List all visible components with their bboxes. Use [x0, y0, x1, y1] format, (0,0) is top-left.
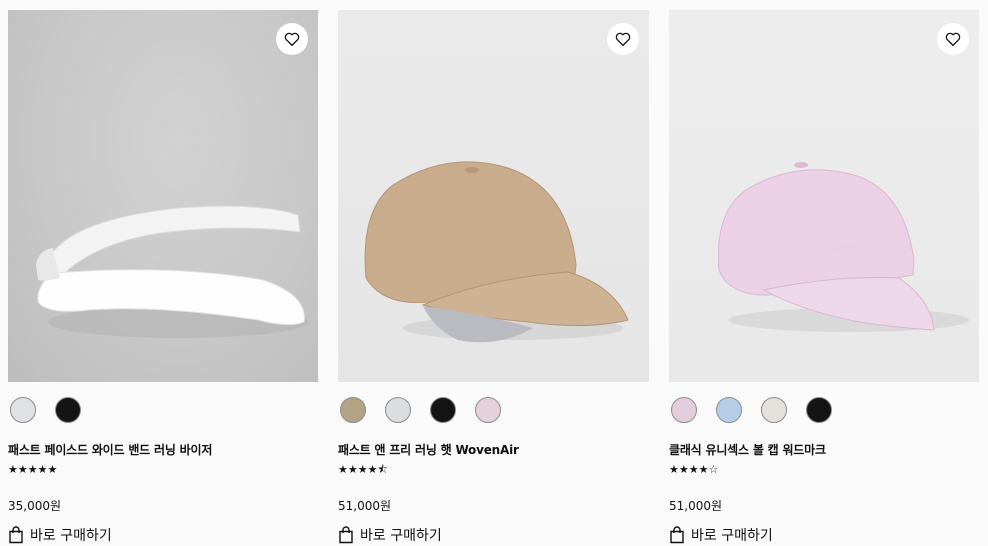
color-swatch[interactable]: [761, 397, 787, 423]
color-swatches: [340, 397, 649, 425]
rating-stars: ★★★★⯪: [338, 463, 388, 476]
white-visor-image: [36, 205, 308, 338]
color-swatches: [10, 397, 318, 425]
buy-now-button[interactable]: 바로 구매하기: [338, 526, 649, 544]
product-image[interactable]: [8, 10, 318, 382]
buy-now-button[interactable]: 바로 구매하기: [8, 526, 318, 544]
shopping-bag-icon: [339, 526, 353, 544]
color-swatch[interactable]: [671, 397, 697, 423]
color-swatch[interactable]: [430, 397, 456, 423]
buy-now-label: 바로 구매하기: [30, 528, 112, 544]
color-swatches: [671, 397, 979, 425]
product-price: 51,000원: [669, 499, 723, 513]
heart-icon: [284, 32, 300, 47]
product-image[interactable]: lululemon: [669, 10, 979, 382]
shopping-bag-icon: [670, 526, 684, 544]
product-name[interactable]: 클래식 유니섹스 볼 캡 워드마크: [669, 443, 979, 458]
heart-icon: [615, 32, 631, 47]
heart-icon: [945, 32, 961, 47]
color-swatch[interactable]: [340, 397, 366, 423]
product-name[interactable]: 패스트 페이스드 와이드 밴드 러닝 바이저: [8, 443, 318, 458]
product-price: 51,000원: [338, 499, 392, 513]
product-image[interactable]: [338, 10, 649, 382]
product-card[interactable]: lululemon 클래식 유니섹스 볼 캡 워드마크 ★★★★☆ 51,000…: [669, 10, 979, 544]
color-swatch[interactable]: [385, 397, 411, 423]
pink-ball-cap-image: lululemon: [717, 162, 969, 332]
color-swatch[interactable]: [55, 397, 81, 423]
wishlist-button[interactable]: [607, 23, 639, 55]
buy-now-button[interactable]: 바로 구매하기: [669, 526, 979, 544]
color-swatch[interactable]: [716, 397, 742, 423]
product-card[interactable]: 패스트 페이스드 와이드 밴드 러닝 바이저 ★★★★★ 35,000원 바로 …: [8, 10, 318, 544]
product-name[interactable]: 패스트 앤 프리 러닝 햇 WovenAir: [338, 443, 649, 458]
tan-running-cap-image: [364, 161, 629, 343]
wishlist-button[interactable]: [276, 23, 308, 55]
color-swatch[interactable]: [475, 397, 501, 423]
buy-now-label: 바로 구매하기: [691, 528, 773, 544]
product-grid: 패스트 페이스드 와이드 밴드 러닝 바이저 ★★★★★ 35,000원 바로 …: [0, 0, 988, 546]
color-swatch[interactable]: [10, 397, 36, 423]
svg-text:lululemon: lululemon: [827, 244, 863, 252]
buy-now-label: 바로 구매하기: [360, 528, 442, 544]
shopping-bag-icon: [9, 526, 23, 544]
rating-stars: ★★★★★: [8, 463, 58, 476]
product-price: 35,000원: [8, 499, 62, 513]
color-swatch[interactable]: [806, 397, 832, 423]
rating-stars: ★★★★☆: [669, 463, 719, 476]
product-card[interactable]: 패스트 앤 프리 러닝 햇 WovenAir ★★★★⯪ 51,000원 바로 …: [338, 10, 649, 544]
wishlist-button[interactable]: [937, 23, 969, 55]
